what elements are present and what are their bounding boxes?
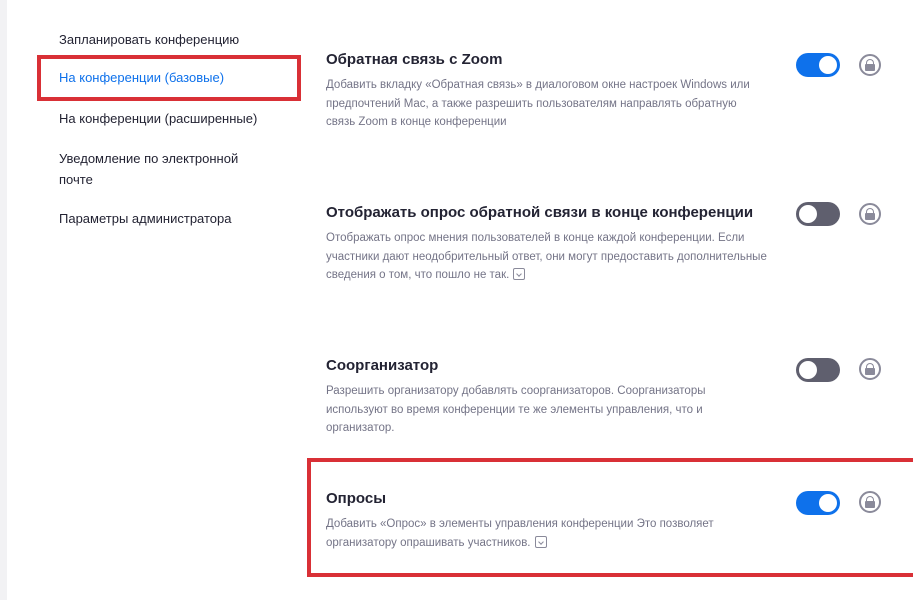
info-icon[interactable] xyxy=(534,535,547,548)
end-of-meeting-survey-toggle[interactable] xyxy=(796,202,840,226)
toggle-knob xyxy=(819,494,837,512)
setting-title: Отображать опрос обратной связи в конце … xyxy=(326,204,754,221)
setting-title: Обратная связь с Zoom xyxy=(326,51,503,68)
setting-description: Отображать опрос мнения пользователей в … xyxy=(326,229,771,285)
toggle-knob xyxy=(799,205,817,223)
sidebar-item-in-meeting-advanced[interactable]: На конференции (расширенные) xyxy=(59,108,269,129)
toggle-knob xyxy=(819,56,837,74)
toggle-knob xyxy=(799,361,817,379)
settings-sidebar: Запланировать конференцию На конференции… xyxy=(0,0,300,600)
setting-feedback-to-zoom: Обратная связь с Zoom Добавить вкладку «… xyxy=(326,50,776,132)
setting-co-host: Соорганизатор Разрешить организатору доб… xyxy=(326,356,776,438)
sidebar-item-in-meeting-basic[interactable]: На конференции (базовые) xyxy=(59,67,269,88)
co-host-toggle[interactable] xyxy=(796,358,840,382)
setting-description-text: Добавить «Опрос» в элементы управления к… xyxy=(326,518,714,549)
setting-description-text: Отображать опрос мнения пользователей в … xyxy=(326,232,767,281)
setting-description: Разрешить организатору добавлять соорган… xyxy=(326,385,706,434)
setting-end-of-meeting-survey: Отображать опрос обратной связи в конце … xyxy=(326,203,781,285)
setting-title: Соорганизатор xyxy=(326,357,439,374)
setting-polls: Опросы Добавить «Опрос» в элементы управ… xyxy=(326,489,776,552)
sidebar-item-email-notification[interactable]: Уведомление по электронной почте xyxy=(59,148,259,190)
settings-page: Запланировать конференцию На конференции… xyxy=(0,0,913,600)
polls-toggle[interactable] xyxy=(796,491,840,515)
setting-title: Опросы xyxy=(326,490,387,507)
lock-icon[interactable] xyxy=(859,491,881,513)
setting-description: Добавить вкладку «Обратная связь» в диал… xyxy=(326,79,750,128)
sidebar-item-admin-options[interactable]: Параметры администратора xyxy=(59,208,269,229)
feedback-to-zoom-toggle[interactable] xyxy=(796,53,840,77)
lock-icon[interactable] xyxy=(859,54,881,76)
setting-description: Добавить «Опрос» в элементы управления к… xyxy=(326,515,746,552)
lock-icon[interactable] xyxy=(859,358,881,380)
lock-icon[interactable] xyxy=(859,203,881,225)
sidebar-item-schedule-meeting[interactable]: Запланировать конференцию xyxy=(59,29,269,50)
info-icon[interactable] xyxy=(513,268,526,280)
